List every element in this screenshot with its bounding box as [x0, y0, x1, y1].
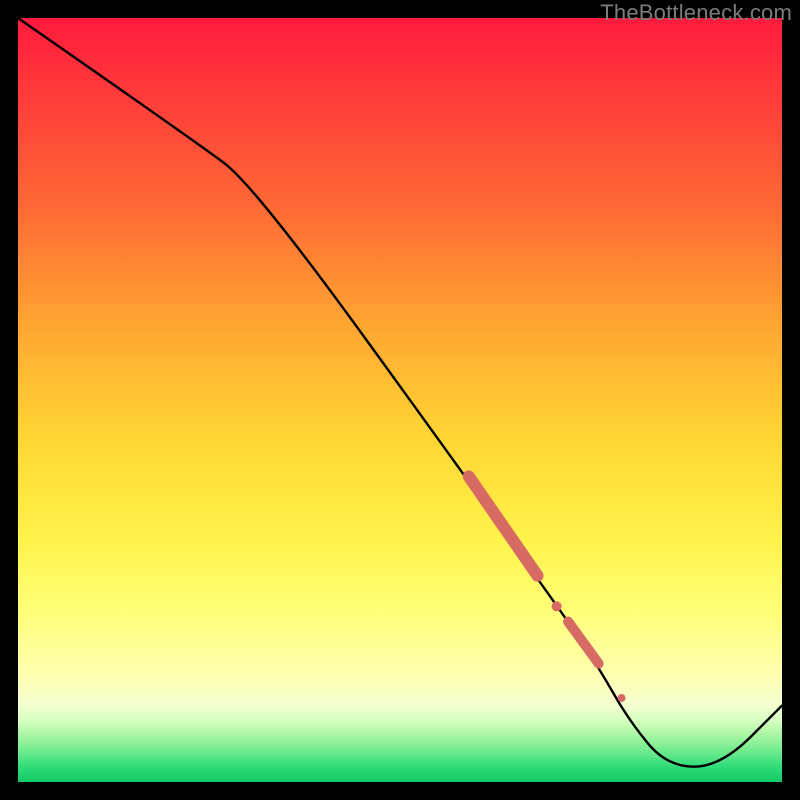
- marker-segment: [469, 476, 538, 575]
- marker-dot: [552, 601, 562, 611]
- marker-segment: [568, 622, 599, 664]
- curve-markers: [469, 476, 626, 702]
- plot-area: [18, 18, 782, 782]
- bottleneck-curve-path: [18, 18, 782, 767]
- bottleneck-curve: [18, 18, 782, 767]
- chart-stage: TheBottleneck.com: [0, 0, 800, 800]
- curve-layer: [18, 18, 782, 782]
- watermark-text: TheBottleneck.com: [600, 0, 792, 26]
- marker-dot: [618, 694, 626, 702]
